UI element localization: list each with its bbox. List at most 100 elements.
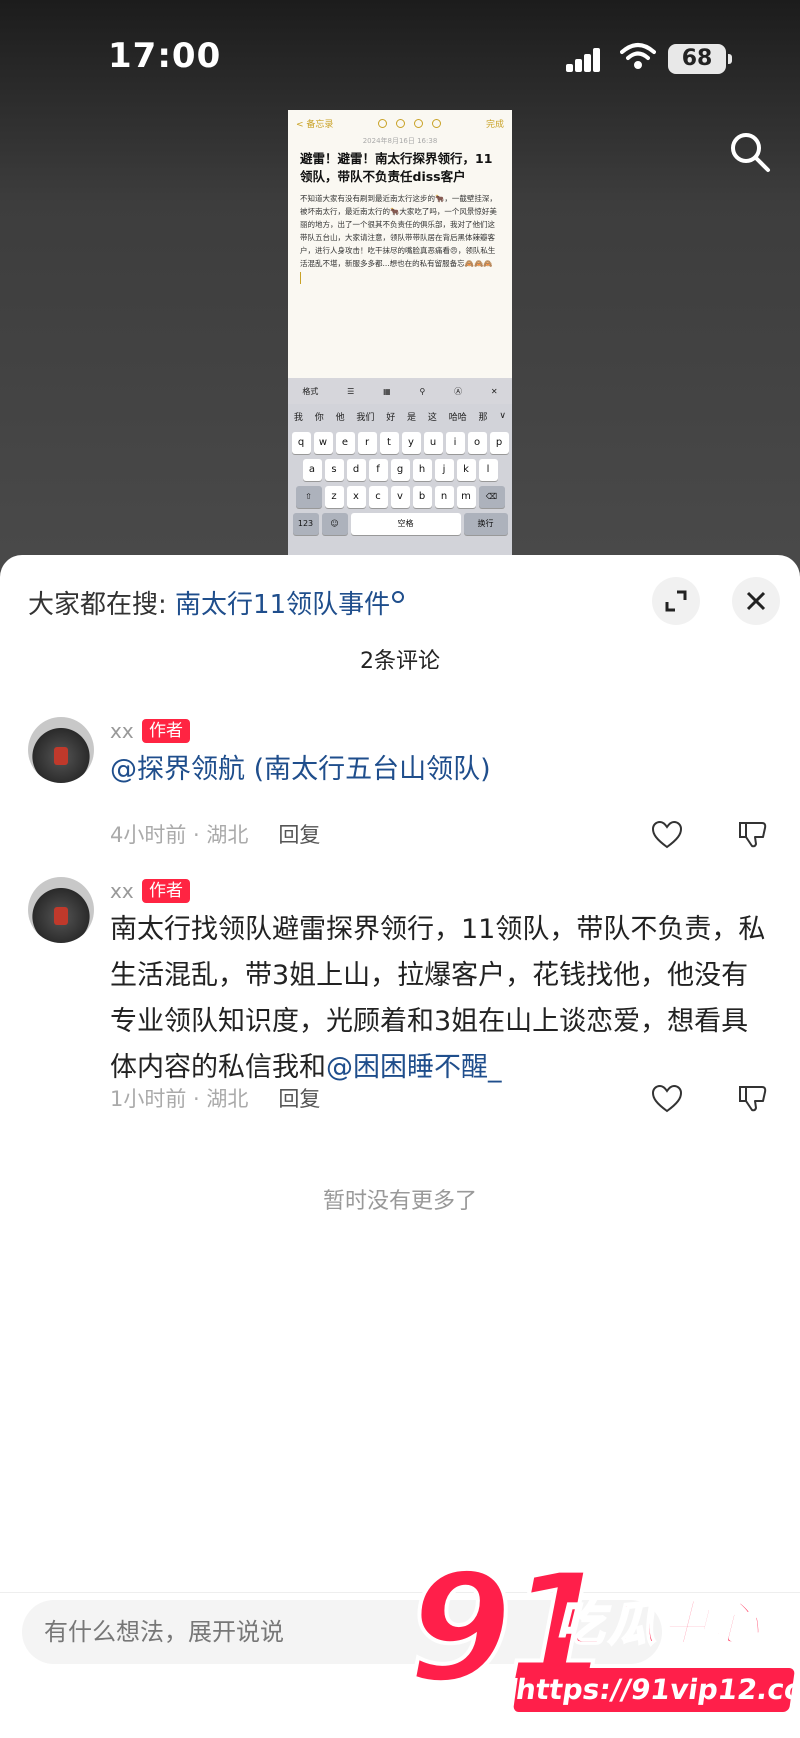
preview-nav: < 备忘录 完成 [288, 110, 512, 136]
keyboard-key: q [291, 432, 311, 454]
watermark-label: 吃瓜中心 [555, 1595, 765, 1653]
heart-icon[interactable] [652, 1085, 682, 1113]
comment-item: xx 作者 南太行找领队避雷探界领行，11领队，带队不负责，私生活混乱，带3姐上… [0, 877, 800, 1113]
search-prefix: 大家都在搜: [28, 590, 176, 620]
keyboard-key: h [412, 459, 432, 481]
keyboard-row: asdfghjkl [290, 459, 510, 481]
keyboard-key: l [478, 459, 498, 481]
keyboard-key: d [346, 459, 366, 481]
keyboard-key: y [401, 432, 421, 454]
heart-icon[interactable] [652, 821, 682, 849]
delete-key: ⌫ [478, 486, 505, 508]
keyboard-key: x [346, 486, 366, 508]
expand-button[interactable] [652, 577, 700, 625]
keyboard-key: p [489, 432, 509, 454]
dislike-icon[interactable] [738, 819, 768, 849]
preview-toolbar-item: Ⓐ [454, 386, 463, 396]
keyboard-key: v [390, 486, 410, 508]
expand-icon [665, 590, 687, 612]
note-screenshot-preview[interactable]: < 备忘录 完成 2024年8月16日 16:38 避雷！避雷！南太行探界领行，… [288, 110, 512, 580]
search-icon[interactable] [728, 130, 772, 174]
preview-toolbar-item: ☰ [347, 386, 355, 396]
candidate: 我们 [356, 412, 375, 423]
close-button[interactable] [732, 577, 780, 625]
preview-body: 不知道大家有没有刷到最近南太行这步的🐂，一截壁挂深，被坏南太行，最近南太行的🐂大… [300, 194, 497, 268]
watermark-url: https://91vip12.com [512, 1668, 800, 1712]
preview-toolbar-item: ⚲ [419, 386, 426, 396]
preview-toolbar-item: ✕ [490, 386, 498, 396]
keyboard-key: m [456, 486, 476, 508]
keyboard-key: w [313, 432, 333, 454]
preview-toolbar-item: 格式 [302, 386, 319, 396]
keyboard-row: qwertyuiop [290, 432, 510, 454]
keyboard-key: s [324, 459, 344, 481]
avatar[interactable] [28, 717, 94, 783]
keyboard-key: e [335, 432, 355, 454]
comment-count: 2条评论 [360, 649, 440, 674]
reply-button[interactable]: 回复 [278, 823, 320, 847]
candidate: 他 [335, 412, 345, 423]
preview-title: 避雷！避雷！南太行探界领行，11领队，带队不负责任diss客户 [300, 151, 493, 184]
comment-text: @探界领航 (南太行五台山领队) [110, 747, 770, 793]
background-preview-area: 17:00 68 < 备忘录 完成 2024年8月16日 16:38 避雷！避雷… [0, 0, 800, 580]
author-badge: 作者 [142, 879, 190, 903]
preview-nav-icons [378, 118, 442, 128]
status-bar: 17:00 68 [0, 0, 800, 120]
comment-time-location: 1小时前 · 湖北 [110, 1087, 249, 1111]
keyboard-key: o [467, 432, 487, 454]
avatar[interactable] [28, 877, 94, 943]
numbers-key: 123 [292, 513, 319, 535]
comment-item: xx 作者 @探界领航 (南太行五台山领队) 4小时前 · 湖北 回复 [0, 717, 800, 849]
keyboard-key: n [434, 486, 454, 508]
keyboard-key: c [368, 486, 388, 508]
signal-icon [566, 46, 610, 72]
preview-cursor [300, 272, 301, 284]
space-key: 空格 [350, 513, 461, 535]
keyboard-key: u [423, 432, 443, 454]
shift-key: ⇧ [295, 486, 322, 508]
candidate: ∨ [499, 411, 506, 421]
candidate: 哈哈 [448, 412, 467, 423]
keyboard-key: r [357, 432, 377, 454]
keyboard-key: z [324, 486, 344, 508]
keyboard-row: ⇧ zxcvbnm ⌫ [290, 486, 510, 508]
close-icon [746, 591, 766, 611]
search-keyword[interactable]: 南太行11领队事件 [175, 590, 390, 620]
return-key: 换行 [463, 513, 508, 535]
comment-username[interactable]: xx [110, 719, 134, 743]
author-badge: 作者 [142, 719, 190, 743]
dislike-icon[interactable] [738, 1083, 768, 1113]
preview-done: 完成 [485, 119, 504, 130]
preview-back: < 备忘录 [296, 119, 334, 130]
preview-candidates: 我 你 他 我们 好 是 这 哈哈 那 ∨ [288, 404, 512, 428]
preview-toolbar: 格式 ☰ ▦ ⚲ Ⓐ ✕ [288, 378, 512, 404]
preview-toolbar-item: ▦ [383, 386, 391, 396]
keyboard-key: g [390, 459, 410, 481]
status-time: 17:00 [108, 36, 222, 76]
candidate: 好 [386, 412, 396, 423]
comment-meta: 4小时前 · 湖北 回复 [110, 819, 320, 849]
candidate: 你 [314, 412, 324, 423]
search-small-icon [392, 591, 405, 603]
keyboard-key: f [368, 459, 388, 481]
comment-body[interactable]: @探界领航 (南太行五台山领队) [110, 754, 491, 785]
mention-link[interactable]: @困困睡不醒_ [326, 1052, 502, 1083]
keyboard-key: j [434, 459, 454, 481]
comment-username[interactable]: xx [110, 879, 134, 903]
keyboard-key: a [302, 459, 322, 481]
reply-button[interactable]: 回复 [278, 1087, 320, 1111]
no-more-text: 暂时没有更多了 [322, 1189, 477, 1214]
keyboard-key: i [445, 432, 465, 454]
candidate: 是 [407, 412, 417, 423]
keyboard-key: k [456, 459, 476, 481]
candidate: 我 [293, 412, 303, 423]
search-suggestion[interactable]: 大家都在搜: 南太行11领队事件 [28, 584, 405, 621]
emoji-key: ☺ [321, 513, 348, 535]
comment-time-location: 4小时前 · 湖北 [110, 823, 249, 847]
comment-text: 南太行找领队避雷探界领行，11领队，带队不负责，私生活混乱，带3姐上山，拉爆客户… [110, 907, 770, 1091]
watermark-logo: 91 吃瓜中心 https://91vip12.com [406, 1552, 800, 1738]
candidate: 那 [478, 412, 488, 423]
keyboard-row: 123 ☺ 空格 换行 [290, 513, 510, 535]
candidate: 这 [427, 412, 437, 423]
keyboard-key: t [379, 432, 399, 454]
